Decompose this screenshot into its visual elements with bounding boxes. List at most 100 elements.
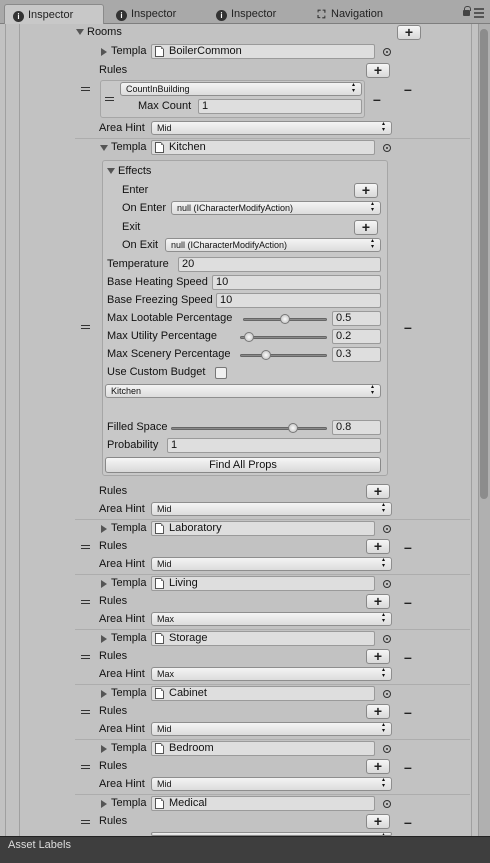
remove-room-button[interactable]: – bbox=[404, 320, 412, 334]
lootable-field[interactable]: 0.5 bbox=[332, 311, 381, 326]
scenery-slider-knob[interactable] bbox=[261, 350, 271, 360]
filled-space-slider-knob[interactable] bbox=[288, 423, 298, 433]
foldout-icon[interactable] bbox=[101, 690, 107, 698]
scrollbar-thumb[interactable] bbox=[480, 29, 488, 499]
remove-room-button[interactable]: – bbox=[404, 815, 412, 829]
drag-handle-icon[interactable] bbox=[81, 545, 90, 551]
add-rule-button[interactable]: + bbox=[366, 594, 390, 609]
custom-budget-label: Use Custom Budget bbox=[107, 366, 206, 378]
foldout-icon[interactable] bbox=[101, 580, 107, 588]
divider bbox=[19, 24, 20, 836]
drag-handle-icon[interactable] bbox=[81, 87, 90, 93]
max-count-field[interactable]: 1 bbox=[198, 99, 362, 114]
add-room-button[interactable]: + bbox=[397, 25, 421, 40]
foldout-icon[interactable] bbox=[100, 145, 108, 151]
on-exit-dropdown[interactable]: null (ICharacterModifyAction) bbox=[165, 238, 381, 252]
area-hint-dropdown[interactable]: Mid bbox=[151, 722, 392, 736]
add-rule-button[interactable]: + bbox=[366, 649, 390, 664]
tab-inspector-2[interactable]: i Inspector bbox=[108, 4, 204, 24]
object-picker-icon[interactable] bbox=[383, 635, 391, 643]
probability-field[interactable]: 1 bbox=[167, 438, 381, 453]
template-field[interactable]: Bedroom bbox=[151, 741, 375, 756]
area-hint-dropdown[interactable]: Mid bbox=[151, 121, 392, 135]
add-rule-button[interactable]: + bbox=[366, 704, 390, 719]
add-rule-button[interactable]: + bbox=[366, 63, 390, 78]
heating-speed-field[interactable]: 10 bbox=[212, 275, 381, 290]
template-label: Templa bbox=[111, 141, 147, 153]
area-hint-dropdown[interactable]: Max bbox=[151, 667, 392, 681]
add-exit-button[interactable]: + bbox=[354, 220, 378, 235]
add-rule-button[interactable]: + bbox=[366, 484, 390, 499]
remove-room-button[interactable]: – bbox=[404, 705, 412, 719]
remove-room-button[interactable]: – bbox=[404, 540, 412, 554]
remove-room-button[interactable]: – bbox=[404, 760, 412, 774]
temperature-field[interactable]: 20 bbox=[178, 257, 381, 272]
area-hint-dropdown[interactable]: Mid bbox=[151, 777, 392, 791]
drag-handle-icon[interactable] bbox=[105, 97, 114, 103]
asset-labels-bar[interactable]: Asset Labels bbox=[0, 836, 490, 863]
foldout-icon[interactable] bbox=[101, 48, 107, 56]
area-hint-dropdown[interactable]: Mid bbox=[151, 557, 392, 571]
object-picker-icon[interactable] bbox=[383, 800, 391, 808]
foldout-icon[interactable] bbox=[101, 745, 107, 753]
drag-handle-icon[interactable] bbox=[81, 600, 90, 606]
foldout-icon[interactable] bbox=[101, 525, 107, 533]
object-picker-icon[interactable] bbox=[383, 745, 391, 753]
drag-handle-icon[interactable] bbox=[81, 820, 90, 826]
effects-foldout-icon[interactable] bbox=[107, 168, 115, 174]
foldout-icon[interactable] bbox=[101, 635, 107, 643]
rooms-foldout-icon[interactable] bbox=[76, 29, 84, 35]
template-label: Templa bbox=[111, 45, 147, 57]
tab-inspector-1[interactable]: i Inspector bbox=[4, 4, 104, 24]
remove-room-button[interactable]: – bbox=[404, 650, 412, 664]
on-enter-dropdown[interactable]: null (ICharacterModifyAction) bbox=[171, 201, 381, 215]
drag-handle-icon[interactable] bbox=[81, 710, 90, 716]
probability-label: Probability bbox=[107, 439, 159, 451]
template-field[interactable]: Living bbox=[151, 576, 375, 591]
lootable-slider-knob[interactable] bbox=[280, 314, 290, 324]
foldout-icon[interactable] bbox=[101, 800, 107, 808]
custom-budget-checkbox[interactable] bbox=[215, 367, 227, 379]
document-icon bbox=[155, 142, 164, 153]
tab-navigation[interactable]: ⛶ Navigation bbox=[308, 4, 458, 24]
filled-space-field[interactable]: 0.8 bbox=[332, 420, 381, 435]
scenery-field[interactable]: 0.3 bbox=[332, 347, 381, 362]
remove-room-button[interactable]: – bbox=[404, 82, 412, 96]
rules-label: Rules bbox=[99, 485, 128, 497]
add-rule-button[interactable]: + bbox=[366, 759, 390, 774]
template-field[interactable]: BoilerCommon bbox=[151, 44, 375, 59]
freezing-speed-field[interactable]: 10 bbox=[216, 293, 381, 308]
tab-inspector-3[interactable]: i Inspector bbox=[208, 4, 304, 24]
area-hint-dropdown[interactable]: Mid bbox=[151, 502, 392, 516]
utility-slider-knob[interactable] bbox=[244, 332, 254, 342]
lock-icon[interactable] bbox=[463, 6, 471, 16]
scenery-slider[interactable] bbox=[240, 354, 327, 357]
menu-icon[interactable] bbox=[474, 8, 484, 20]
object-picker-icon[interactable] bbox=[383, 48, 391, 56]
filled-space-slider[interactable] bbox=[171, 427, 327, 430]
area-hint-dropdown[interactable]: Max bbox=[151, 612, 392, 626]
info-icon: i bbox=[216, 10, 227, 21]
add-rule-button[interactable]: + bbox=[366, 539, 390, 554]
object-picker-icon[interactable] bbox=[383, 690, 391, 698]
template-field[interactable]: Medical bbox=[151, 796, 375, 811]
template-field[interactable]: Laboratory bbox=[151, 521, 375, 536]
find-all-props-button[interactable]: Find All Props bbox=[105, 457, 381, 473]
remove-rule-button[interactable]: – bbox=[373, 92, 381, 106]
drag-handle-icon[interactable] bbox=[81, 765, 90, 771]
object-picker-icon[interactable] bbox=[383, 144, 391, 152]
drag-handle-icon[interactable] bbox=[81, 325, 90, 331]
rules-label: Rules bbox=[99, 705, 128, 717]
template-field[interactable]: Storage bbox=[151, 631, 375, 646]
rule-type-dropdown[interactable]: CountInBuilding bbox=[120, 82, 362, 96]
object-picker-icon[interactable] bbox=[383, 580, 391, 588]
utility-field[interactable]: 0.2 bbox=[332, 329, 381, 344]
template-field[interactable]: Cabinet bbox=[151, 686, 375, 701]
add-enter-button[interactable]: + bbox=[354, 183, 378, 198]
template-field[interactable]: Kitchen bbox=[151, 140, 375, 155]
remove-room-button[interactable]: – bbox=[404, 595, 412, 609]
drag-handle-icon[interactable] bbox=[81, 655, 90, 661]
object-picker-icon[interactable] bbox=[383, 525, 391, 533]
add-rule-button[interactable]: + bbox=[366, 814, 390, 829]
budget-dropdown[interactable]: Kitchen bbox=[105, 384, 381, 398]
